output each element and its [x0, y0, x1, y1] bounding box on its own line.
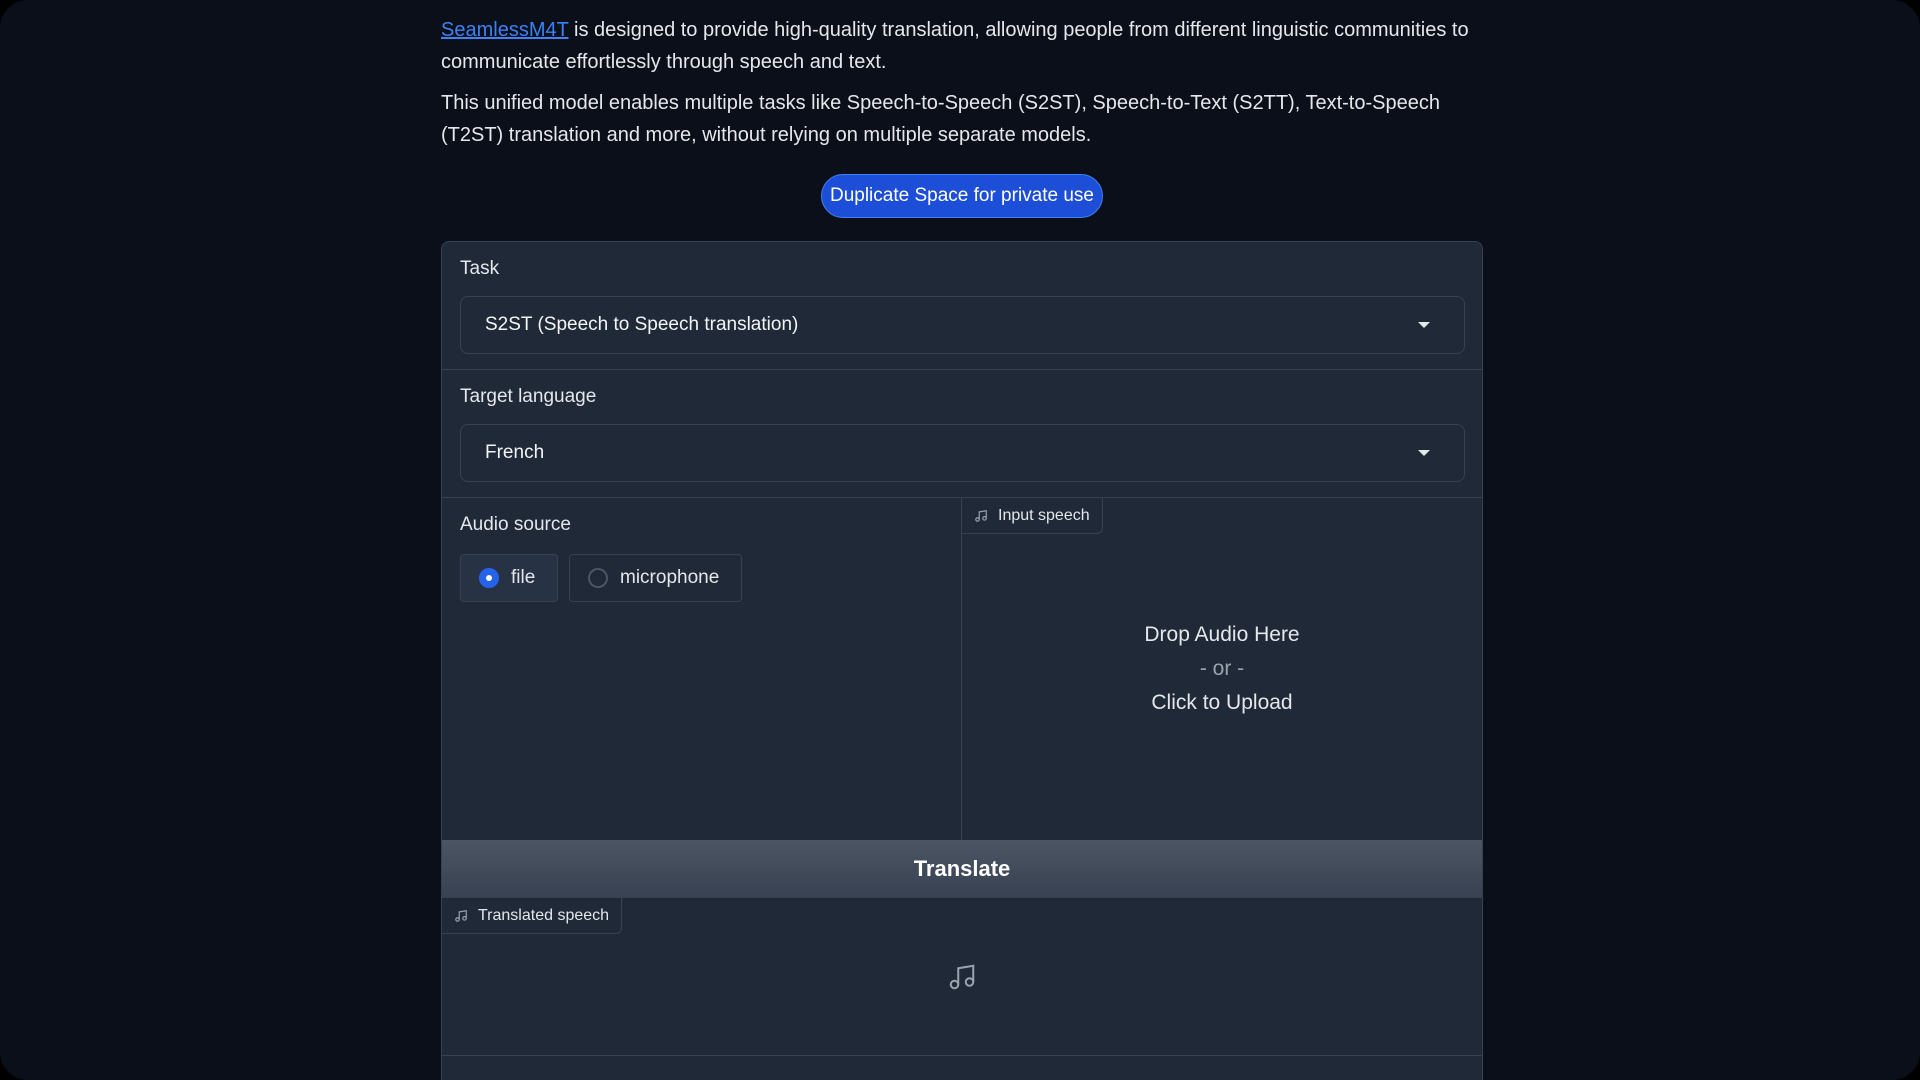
audio-drop-zone[interactable]: Drop Audio Here - or - Click to Upload — [962, 618, 1482, 720]
or-separator: - or - — [1199, 657, 1245, 680]
intro-paragraph-1: SeamlessM4T is designed to provide high-… — [441, 14, 1483, 78]
input-speech-block[interactable]: Input speech Drop Audio Here - or - Clic… — [962, 498, 1482, 840]
task-dropdown[interactable]: S2ST (Speech to Speech translation) — [460, 296, 1465, 354]
drop-audio-text: Drop Audio Here — [1144, 623, 1300, 646]
radio-unchecked-icon — [588, 568, 608, 588]
audio-source-block: Audio source file microphone — [442, 498, 1090, 1079]
task-block: Task S2ST (Speech to Speech translation) — [442, 242, 1482, 370]
click-to-upload-text: Click to Upload — [1151, 691, 1293, 714]
seamless-link[interactable]: SeamlessM4T — [441, 19, 568, 41]
task-label: Task — [460, 258, 500, 279]
input-speech-tag-label: Input speech — [998, 506, 1090, 524]
music-note-icon — [975, 509, 987, 522]
target-language-block: Target language French — [442, 370, 1482, 498]
translated-speech-block: Translated speech — [442, 898, 1482, 1056]
radio-checked-icon — [479, 568, 499, 588]
target-language-selected-value: French — [485, 442, 545, 463]
screen: SeamlessM4T is designed to provide high-… — [0, 0, 1920, 1080]
intro-paragraph-1-text: is designed to provide high-quality tran… — [441, 19, 1469, 73]
music-note-icon — [949, 964, 975, 990]
chevron-down-icon — [1418, 322, 1430, 328]
audio-row: Audio source file microphone Input speec… — [442, 498, 1482, 1079]
translation-panel: Task S2ST (Speech to Speech translation)… — [441, 241, 1483, 1080]
task-selected-value: S2ST (Speech to Speech translation) — [485, 314, 799, 335]
music-note-icon — [455, 909, 467, 922]
audio-source-option-label: microphone — [620, 567, 720, 588]
intro-paragraph-2: This unified model enables multiple task… — [441, 92, 1440, 146]
audio-source-option-microphone[interactable]: microphone — [569, 554, 742, 602]
input-speech-tag: Input speech — [962, 498, 1103, 534]
translated-speech-tag: Translated speech — [442, 898, 623, 934]
target-language-dropdown[interactable]: French — [460, 424, 1465, 482]
translated-speech-tag-label: Translated speech — [478, 906, 610, 924]
audio-source-option-file[interactable]: file — [460, 554, 558, 602]
translate-button[interactable]: Translate — [442, 840, 1482, 898]
duplicate-space-button[interactable]: Duplicate Space for private use — [821, 174, 1103, 218]
audio-source-label: Audio source — [460, 514, 571, 535]
target-language-label: Target language — [460, 386, 597, 407]
chevron-down-icon — [1418, 450, 1430, 456]
audio-source-option-label: file — [511, 567, 536, 588]
